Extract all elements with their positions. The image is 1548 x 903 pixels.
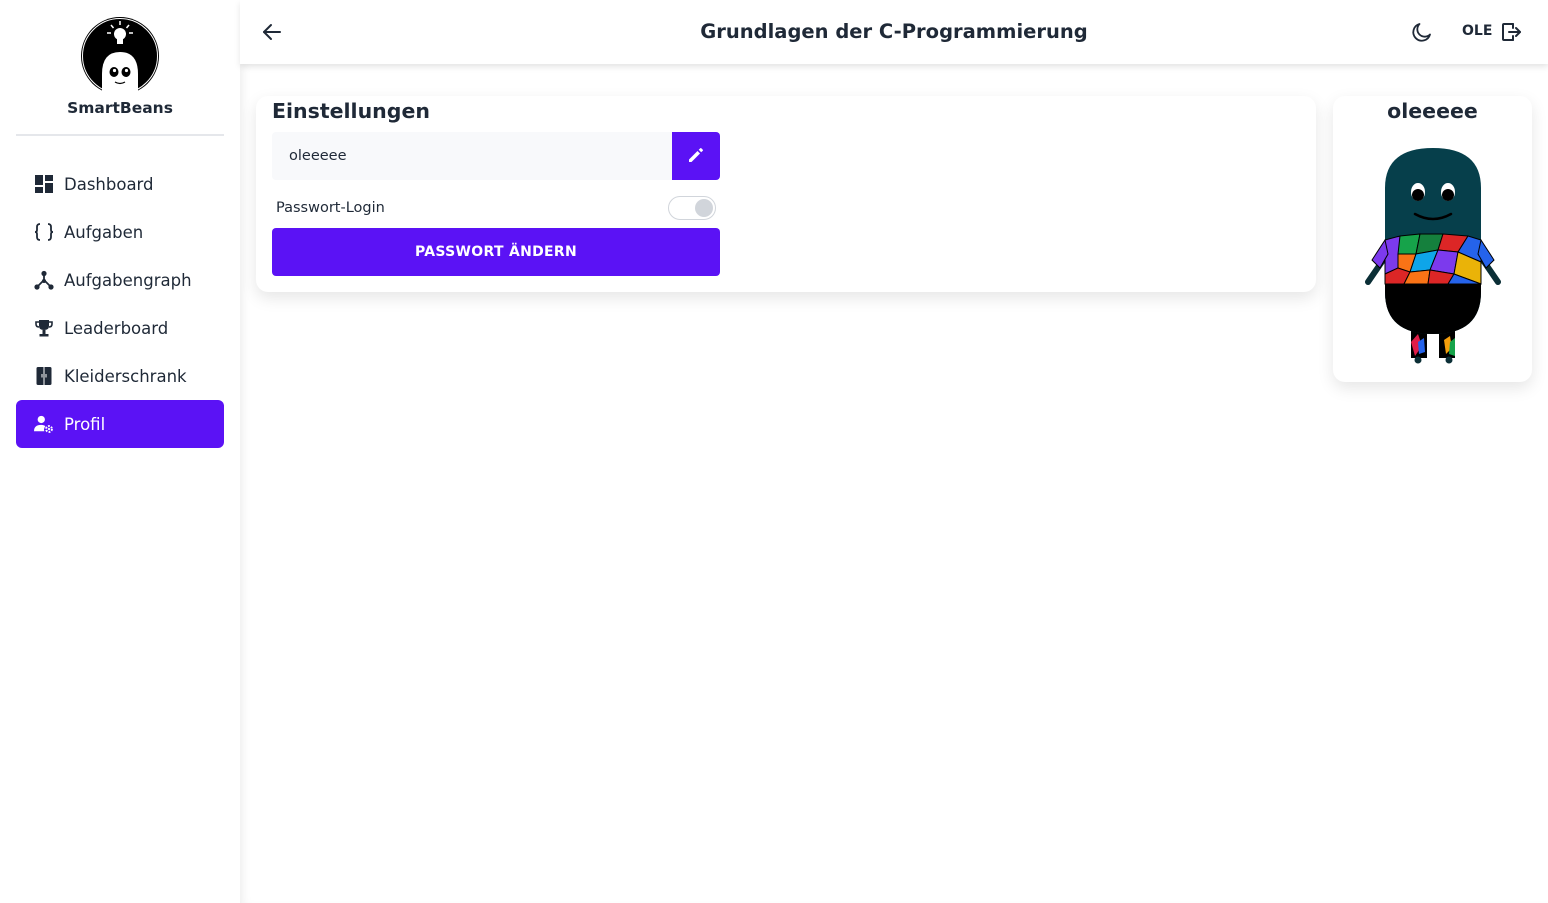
sidebar: SmartBeans Dashboard Aufgaben Aufgabengr… [0,0,240,903]
toggle-knob [695,199,713,217]
sidebar-item-label: Kleiderschrank [64,366,187,386]
sidebar-item-aufgaben[interactable]: Aufgaben [16,208,224,256]
sidebar-item-profil[interactable]: Profil [16,400,224,448]
bean-bulb-logo-icon[interactable] [80,16,160,96]
avatar-card: oleeeee [1333,96,1532,382]
password-login-label: Passwort-Login [276,200,385,216]
sidebar-item-dashboard[interactable]: Dashboard [16,160,224,208]
avatar-name: oleeeee [1387,99,1478,123]
sidebar-item-aufgabengraph[interactable]: Aufgabengraph [16,256,224,304]
username-input[interactable] [272,132,672,180]
sidebar-nav: Dashboard Aufgaben Aufgabengraph Leaderb… [16,160,224,448]
moon-icon[interactable] [1410,20,1434,44]
edit-username-button[interactable] [672,132,720,180]
change-password-button[interactable]: PASSWORT ÄNDERN [272,228,720,276]
sidebar-item-label: Dashboard [64,174,154,194]
sidebar-item-label: Aufgaben [64,222,144,242]
sidebar-item-label: Aufgabengraph [64,270,192,290]
graph-icon [34,270,54,290]
user-name: OLE [1462,23,1493,39]
settings-card: Einstellungen Passwort-Login PASSWORT ÄN… [256,96,1316,292]
sidebar-item-label: Leaderboard [64,318,169,338]
top-bar: Grundlagen der C-Programmierung OLE [240,0,1548,64]
page-title: Grundlagen der C-Programmierung [700,20,1088,43]
pencil-icon [686,145,706,168]
sidebar-item-leaderboard[interactable]: Leaderboard [16,304,224,352]
wardrobe-icon [34,366,54,386]
trophy-icon [34,318,54,338]
logout-icon[interactable] [1499,20,1523,44]
sidebar-item-kleiderschrank[interactable]: Kleiderschrank [16,352,224,400]
password-login-toggle[interactable] [668,196,716,220]
brand-name: SmartBeans [67,99,173,117]
sidebar-item-label: Profil [64,414,106,434]
curly-braces-icon [34,222,54,242]
bean-avatar [1358,142,1508,364]
dashboard-icon [34,174,54,194]
main-content: Einstellungen Passwort-Login PASSWORT ÄN… [240,64,1548,903]
divider [16,134,224,136]
settings-title: Einstellungen [272,99,430,123]
user-settings-icon [34,414,54,434]
